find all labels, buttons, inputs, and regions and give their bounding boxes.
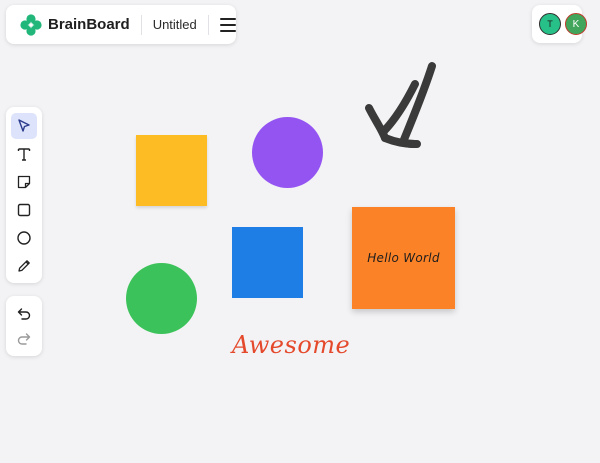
- undo-button[interactable]: [11, 301, 37, 327]
- avatar[interactable]: T: [539, 13, 561, 35]
- brand-name: BrainBoard: [48, 16, 130, 33]
- redo-icon: [17, 333, 31, 345]
- blue-square-shape[interactable]: [232, 227, 303, 298]
- rectangle-tool-button[interactable]: [11, 197, 37, 223]
- collaborators-panel: T K: [532, 5, 587, 43]
- handwritten-text[interactable]: Awesome: [232, 331, 350, 359]
- purple-circle-shape[interactable]: [252, 117, 323, 188]
- yellow-square-shape[interactable]: [136, 135, 207, 206]
- history-toolbar: [6, 296, 42, 356]
- drawn-arrow[interactable]: [355, 58, 445, 158]
- sticky-note[interactable]: Hello World: [352, 207, 455, 309]
- sticky-note-icon: [17, 175, 31, 189]
- pointer-icon: [18, 119, 30, 132]
- document-title[interactable]: Untitled: [153, 17, 197, 32]
- green-circle-shape[interactable]: [126, 263, 197, 334]
- redo-button[interactable]: [11, 326, 37, 352]
- sticky-note-text: Hello World: [367, 251, 440, 265]
- app-header: BrainBoard Untitled: [6, 5, 236, 44]
- pen-tool-button[interactable]: [11, 253, 37, 279]
- ellipse-tool-button[interactable]: [11, 225, 37, 251]
- square-icon: [17, 203, 31, 217]
- text-icon: [17, 148, 31, 161]
- avatar[interactable]: K: [565, 13, 587, 35]
- header-divider: [207, 14, 209, 35]
- pencil-icon: [18, 260, 30, 272]
- header-divider: [140, 14, 142, 35]
- undo-icon: [17, 308, 31, 320]
- whiteboard-canvas[interactable]: BrainBoard Untitled T K Hello World Awes…: [0, 0, 600, 463]
- text-tool-button[interactable]: [11, 141, 37, 167]
- menu-icon[interactable]: [219, 17, 236, 32]
- tools-toolbar: [6, 107, 42, 283]
- brainboard-logo-icon: [20, 13, 42, 36]
- circle-icon: [17, 231, 31, 245]
- sticky-note-tool-button[interactable]: [11, 169, 37, 195]
- select-tool-button[interactable]: [11, 113, 37, 139]
